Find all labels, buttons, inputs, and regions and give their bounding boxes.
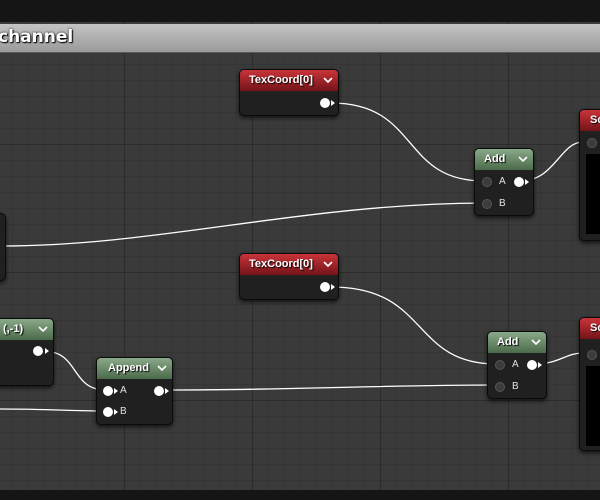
sampler-top-preview xyxy=(586,154,600,234)
add-node-bottom[interactable]: Add A B xyxy=(487,331,547,399)
texcoord-node-top-title: TexCoord[0] xyxy=(249,74,313,86)
wire-append-to-add-bottom-b xyxy=(162,384,498,391)
partial-node-left-top[interactable] xyxy=(0,213,6,281)
chevron-down-icon[interactable] xyxy=(38,325,48,333)
constant-output-arrow-icon xyxy=(45,348,49,354)
texcoord-node-bottom-header[interactable]: TexCoord[0] xyxy=(240,254,338,275)
add-bottom-output-arrow-icon xyxy=(538,362,542,368)
add-top-pin-a[interactable] xyxy=(482,177,492,187)
chevron-down-icon[interactable] xyxy=(157,364,167,372)
wire-left-to-append-b xyxy=(0,408,107,412)
add-node-bottom-title: Add xyxy=(497,336,519,348)
append-node-header[interactable]: Append xyxy=(97,358,172,379)
chevron-down-icon[interactable] xyxy=(531,338,541,346)
texcoord-node-bottom-title: TexCoord[0] xyxy=(249,258,313,270)
add-node-top-header[interactable]: Add xyxy=(475,149,533,170)
constant-node[interactable]: (,-1) xyxy=(0,318,54,386)
texcoord-bottom-output-pin[interactable] xyxy=(320,282,330,292)
append-pin-b-arrow-icon xyxy=(114,409,118,415)
append-node[interactable]: Append A B xyxy=(96,357,173,425)
texcoord-node-top[interactable]: TexCoord[0] xyxy=(239,69,339,116)
add-node-bottom-header[interactable]: Add xyxy=(488,332,546,353)
chevron-down-icon[interactable] xyxy=(323,260,333,268)
append-pin-a-arrow-icon xyxy=(114,388,118,394)
texcoord-top-output-pin[interactable] xyxy=(320,98,330,108)
constant-output-pin[interactable] xyxy=(33,346,43,356)
append-node-title: Append xyxy=(108,362,149,374)
chevron-down-icon[interactable] xyxy=(518,155,528,163)
sampler-node-top-title: Sc xyxy=(590,114,600,126)
chevron-down-icon[interactable] xyxy=(323,76,333,84)
append-pin-a-label: A xyxy=(120,385,127,396)
bottom-strip xyxy=(0,490,600,500)
sampler-bottom-input-pin[interactable] xyxy=(587,350,597,360)
append-output-pin[interactable] xyxy=(154,386,164,396)
add-top-pin-b-label: B xyxy=(499,198,506,209)
wire-left-to-add-top-b xyxy=(0,202,485,247)
sampler-node-bottom-header[interactable]: Sc xyxy=(580,318,600,339)
wire-texcoord-top-to-add-top-a xyxy=(330,102,485,182)
add-top-pin-b[interactable] xyxy=(482,199,492,209)
add-bottom-pin-b[interactable] xyxy=(495,382,505,392)
sampler-node-top-header[interactable]: Sc xyxy=(580,110,600,131)
add-bottom-pin-b-label: B xyxy=(512,381,519,392)
sampler-bottom-preview xyxy=(586,366,600,446)
append-pin-a[interactable] xyxy=(103,386,113,396)
add-bottom-pin-a[interactable] xyxy=(495,360,505,370)
sampler-top-input-pin[interactable] xyxy=(587,138,597,148)
add-top-output-pin[interactable] xyxy=(514,177,524,187)
texcoord-top-output-arrow-icon xyxy=(331,100,335,106)
constant-node-title: (,-1) xyxy=(3,323,24,335)
constant-node-header[interactable]: (,-1) xyxy=(0,319,53,340)
texcoord-node-top-header[interactable]: TexCoord[0] xyxy=(240,70,338,91)
add-node-top[interactable]: Add A B xyxy=(474,148,534,216)
append-output-arrow-icon xyxy=(165,388,169,394)
sampler-node-bottom-title: Sc xyxy=(590,322,600,334)
add-bottom-pin-a-label: A xyxy=(512,359,519,370)
wire-texcoord-bottom-to-add-bottom-a xyxy=(330,286,498,365)
append-pin-b-label: B xyxy=(120,406,127,417)
add-top-pin-a-label: A xyxy=(499,176,506,187)
sampler-node-top[interactable]: Sc xyxy=(579,109,600,241)
sampler-node-bottom[interactable]: Sc xyxy=(579,317,600,451)
texcoord-node-bottom[interactable]: TexCoord[0] xyxy=(239,253,339,300)
add-top-output-arrow-icon xyxy=(525,179,529,185)
texcoord-bottom-output-arrow-icon xyxy=(331,284,335,290)
add-bottom-output-pin[interactable] xyxy=(527,360,537,370)
append-pin-b[interactable] xyxy=(103,407,113,417)
add-node-top-title: Add xyxy=(484,153,506,165)
